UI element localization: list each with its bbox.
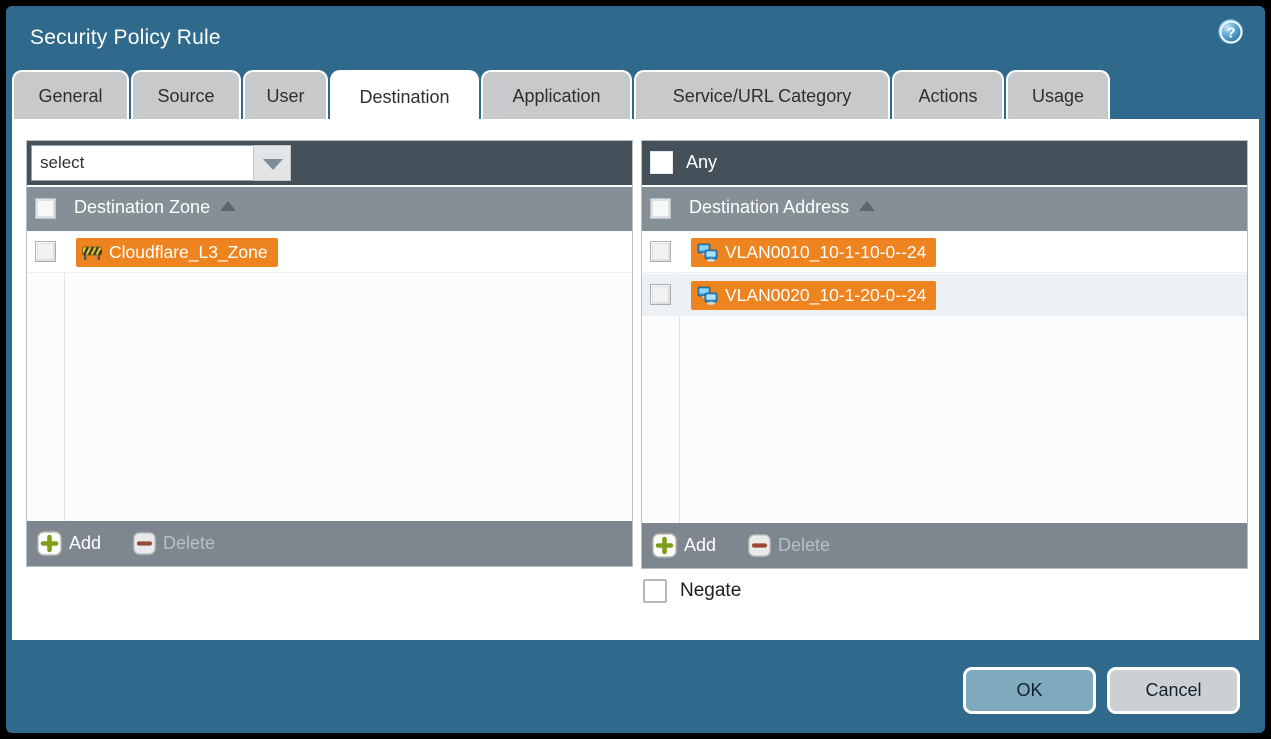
tab-label: Service/URL Category: [673, 86, 851, 107]
tab-label: Destination: [359, 87, 449, 108]
zone-column-title[interactable]: Destination Zone: [74, 197, 236, 218]
address-row-vlan0010[interactable]: VLAN0010_10-1-10-0--24: [642, 231, 1247, 273]
tab-application[interactable]: Application: [481, 70, 632, 120]
address-select-all-checkbox[interactable]: [650, 198, 671, 219]
negate-control: Negate: [643, 579, 741, 603]
zone-select-all-checkbox[interactable]: [35, 198, 56, 219]
any-label: Any: [686, 152, 717, 173]
zone-footer-bar: Add Delete: [27, 521, 632, 566]
screenshot-frame: Security Policy Rule ?: [0, 0, 1271, 739]
cancel-button[interactable]: Cancel: [1107, 667, 1240, 714]
address-delete-button[interactable]: Delete: [748, 534, 830, 557]
help-icon[interactable]: ?: [1217, 18, 1245, 46]
cancel-label: Cancel: [1145, 680, 1201, 701]
negate-checkbox[interactable]: [643, 579, 667, 603]
delete-label: Delete: [778, 535, 830, 556]
add-label: Add: [69, 533, 101, 554]
address-footer-bar: Add Delete: [642, 523, 1247, 568]
zone-row-checkbox[interactable]: [35, 241, 56, 262]
address-chip[interactable]: VLAN0020_10-1-20-0--24: [691, 281, 936, 310]
zone-add-button[interactable]: Add: [37, 531, 101, 556]
address-column-title[interactable]: Destination Address: [689, 197, 875, 218]
destination-zone-panel: Destination Zone: [26, 140, 633, 567]
negate-label: Negate: [680, 580, 741, 602]
chevron-down-icon: [263, 159, 283, 170]
tab-service-url-category[interactable]: Service/URL Category: [634, 70, 890, 120]
address-row-checkbox[interactable]: [650, 284, 671, 305]
address-chip[interactable]: VLAN0010_10-1-10-0--24: [691, 238, 936, 267]
address-icon: [697, 286, 718, 305]
security-policy-rule-dialog: Security Policy Rule ?: [6, 6, 1265, 733]
ok-label: OK: [1016, 680, 1042, 701]
zone-select-dropdown-button[interactable]: [253, 145, 291, 181]
sort-ascending-icon: [859, 201, 875, 211]
minus-icon: [748, 534, 771, 557]
tab-label: User: [266, 86, 304, 107]
zone-select-input[interactable]: [31, 145, 253, 181]
zone-delete-button[interactable]: Delete: [133, 532, 215, 555]
zone-column-header: Destination Zone: [27, 187, 632, 231]
zone-select-bar: [27, 141, 632, 185]
tab-destination[interactable]: Destination: [330, 70, 479, 122]
dialog-titlebar: Security Policy Rule ?: [6, 6, 1265, 70]
zone-list: Cloudflare_L3_Zone: [27, 231, 632, 523]
zone-name: Cloudflare_L3_Zone: [109, 242, 268, 263]
plus-icon: [37, 531, 62, 556]
tab-bar: General Source User Destination Applicat…: [6, 70, 1265, 120]
address-icon: [697, 243, 718, 262]
destination-address-panel: Any Destination Address: [641, 140, 1248, 569]
tab-general[interactable]: General: [12, 70, 129, 120]
tab-label: General: [38, 86, 102, 107]
address-column-label: Destination Address: [689, 197, 849, 217]
tab-user[interactable]: User: [243, 70, 328, 120]
tab-actions[interactable]: Actions: [892, 70, 1004, 120]
zone-icon: [82, 244, 102, 261]
column-divider: [64, 231, 65, 523]
address-add-button[interactable]: Add: [652, 533, 716, 558]
any-checkbox[interactable]: [650, 151, 673, 174]
dialog-title: Security Policy Rule: [30, 26, 221, 50]
address-column-header: Destination Address: [642, 187, 1247, 231]
address-name: VLAN0010_10-1-10-0--24: [725, 242, 926, 263]
tab-source[interactable]: Source: [131, 70, 241, 120]
address-list: VLAN0010_10-1-10-0--24: [642, 231, 1247, 525]
plus-icon: [652, 533, 677, 558]
zone-chip[interactable]: Cloudflare_L3_Zone: [76, 238, 278, 267]
zone-row-cloudflare[interactable]: Cloudflare_L3_Zone: [27, 231, 632, 273]
sort-ascending-icon: [220, 201, 236, 211]
any-bar: Any: [642, 141, 1247, 185]
address-name: VLAN0020_10-1-20-0--24: [725, 285, 926, 306]
tab-label: Source: [157, 86, 214, 107]
destination-tab-content: Destination Zone: [12, 119, 1259, 640]
ok-button[interactable]: OK: [963, 667, 1096, 714]
add-label: Add: [684, 535, 716, 556]
tab-usage[interactable]: Usage: [1006, 70, 1110, 120]
zone-column-label: Destination Zone: [74, 197, 210, 217]
address-row-checkbox[interactable]: [650, 241, 671, 262]
minus-icon: [133, 532, 156, 555]
tab-label: Actions: [918, 86, 977, 107]
tab-label: Usage: [1032, 86, 1084, 107]
delete-label: Delete: [163, 533, 215, 554]
svg-text:?: ?: [1226, 25, 1235, 42]
address-row-vlan0020[interactable]: VLAN0020_10-1-20-0--24: [642, 274, 1247, 316]
tab-label: Application: [512, 86, 600, 107]
